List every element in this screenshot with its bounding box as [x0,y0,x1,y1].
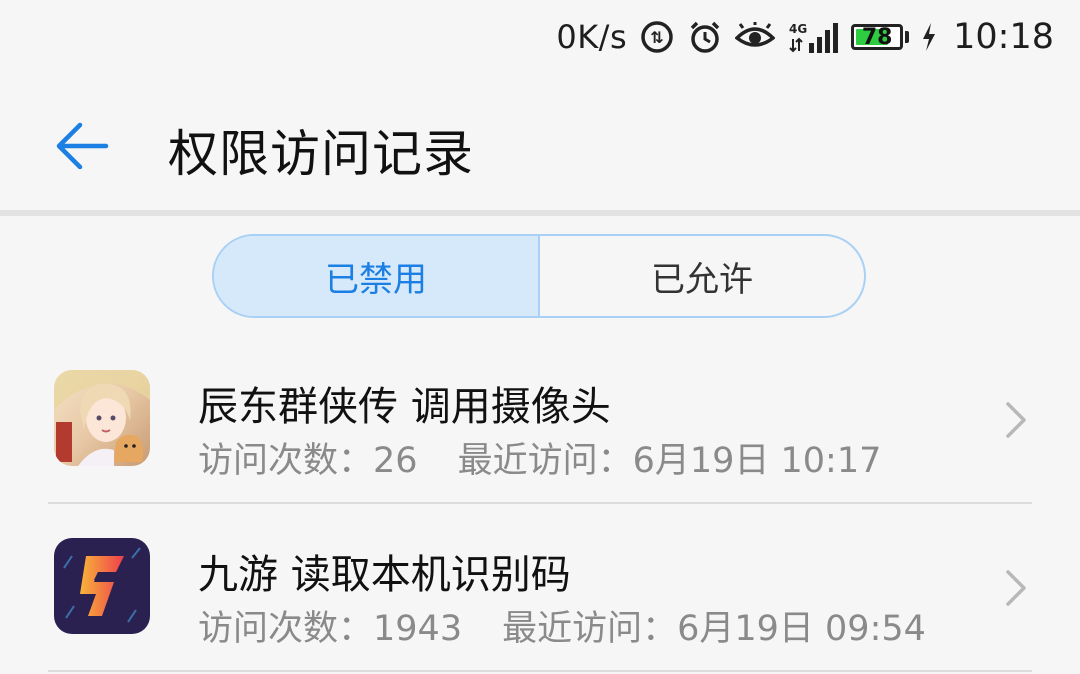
eye-comfort-icon [735,22,776,52]
battery-icon: 78 [851,24,910,50]
recent-access-label: 最近访问： [457,441,633,481]
app-header: 权限访问记录 [0,74,1080,212]
chevron-right-icon [1004,568,1028,612]
access-count: 1943 [373,609,463,649]
charging-icon [921,22,937,52]
clock: 10:18 [953,17,1054,57]
list-item[interactable]: 九游 读取本机识别码 访问次数：1943 最近访问：6月19日 09:54 [0,504,1080,672]
net-speed: 0K/s [556,18,628,56]
record-details: 访问次数：1943 最近访问：6月19日 09:54 [198,600,926,651]
record-title: 九游 读取本机识别码 [198,552,571,598]
chevron-right-icon [1004,400,1028,444]
game-app-icon [54,370,150,466]
recent-access-time: 6月19日 10:17 [632,441,882,481]
tab-denied[interactable]: 已禁用 [214,236,540,316]
signal-type-label: 4G [789,22,807,36]
svg-text:⇅: ⇅ [650,28,663,47]
header-divider [0,210,1080,216]
row-divider [48,670,1032,672]
jiuyou-app-icon [54,538,150,634]
page-title: 权限访问记录 [168,125,474,183]
battery-percent: 78 [861,24,893,50]
back-button[interactable] [40,104,124,188]
access-count-label: 访问次数： [198,441,374,481]
tab-allowed[interactable]: 已允许 [540,236,864,316]
record-details: 访问次数：26 最近访问：6月19日 10:17 [198,432,881,483]
data-saver-icon: ⇅ [639,19,675,55]
alarm-icon [687,19,723,55]
signal-icon: 4G [787,19,839,55]
permission-filter-tabs: 已禁用 已允许 [212,234,866,318]
access-count: 26 [373,441,418,481]
access-record-list: 辰东群侠传 调用摄像头 访问次数：26 最近访问：6月19日 10:17 九游 … [0,336,1080,672]
back-arrow-icon [56,122,109,170]
access-count-label: 访问次数： [198,609,374,649]
status-bar: 0K/s ⇅ 4G 78 10:18 [0,0,1080,74]
recent-access-time: 6月19日 09:54 [677,609,926,649]
list-item[interactable]: 辰东群侠传 调用摄像头 访问次数：26 最近访问：6月19日 10:17 [0,336,1080,504]
record-title: 辰东群侠传 调用摄像头 [198,384,611,430]
recent-access-label: 最近访问： [502,609,678,649]
